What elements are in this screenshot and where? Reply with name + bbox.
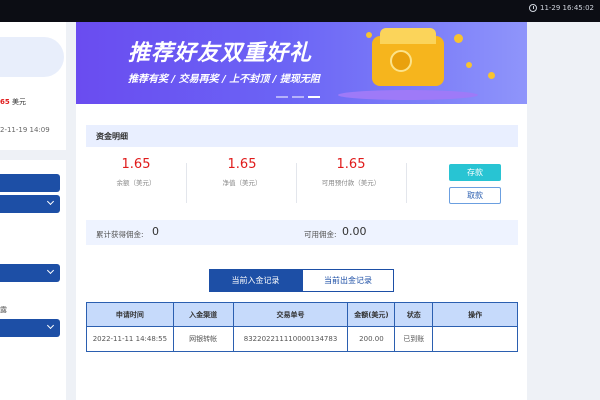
sidebar: 65 美元 2-11-19 14:09 露	[0, 22, 66, 400]
divider	[296, 163, 297, 203]
cell-channel: 网银转帐	[172, 326, 234, 352]
deposit-button[interactable]: 存款	[449, 164, 501, 181]
available-commission-value: 0.00	[342, 225, 367, 238]
stat-balance-label: 余额（美元）	[116, 179, 156, 187]
total-commission-value: 0	[152, 225, 159, 238]
carousel-dot-active[interactable]	[308, 96, 320, 98]
table-header-row: 申请时间 入金渠道 交易单号 金额(美元) 状态 操作	[86, 302, 518, 327]
sidebar-select-1[interactable]	[0, 195, 60, 213]
banner-subtitle: 推荐有奖 / 交易再奖 / 上不封顶 / 提现无阻	[128, 74, 320, 85]
clock-text: 11-29 16:45:02	[539, 4, 594, 12]
cell-actions[interactable]	[432, 326, 518, 352]
coin-icon	[390, 50, 412, 72]
cell-order-number: 832202211110000134783	[232, 326, 349, 352]
cell-apply-time: 2022-11-11 14:48:55	[86, 326, 174, 352]
tab-deposit-records[interactable]: 当前入金记录	[209, 269, 302, 292]
fund-details-title: 资金明细	[96, 132, 128, 141]
column-header: 交易单号	[232, 302, 349, 327]
chevron-down-icon	[46, 266, 55, 275]
chevron-down-icon	[46, 321, 55, 330]
sidebar-menu: 露	[0, 160, 66, 400]
column-header: 操作	[432, 302, 518, 327]
stat-balance: 1.65 余额（美元）	[86, 157, 186, 187]
stat-equity: 1.65 净值（美元）	[192, 157, 292, 187]
sidebar-label: 露	[0, 306, 7, 314]
column-header: 金额(美元)	[347, 302, 396, 327]
promo-banner[interactable]: 推荐好友双重好礼 推荐有奖 / 交易再奖 / 上不封顶 / 提现无阻	[76, 22, 527, 104]
main-panel: 推荐好友双重好礼 推荐有奖 / 交易再奖 / 上不封顶 / 提现无阻 资金明细 …	[76, 22, 527, 400]
carousel-dot[interactable]	[276, 96, 288, 98]
fund-details-header: 资金明细	[86, 125, 518, 147]
column-header: 状态	[394, 302, 434, 327]
system-clock: 11-29 16:45:02	[528, 4, 594, 12]
column-header: 入金渠道	[172, 302, 234, 327]
coin-icon	[488, 72, 495, 79]
top-bar: 11-29 16:45:02	[0, 0, 600, 22]
account-date: 2-11-19 14:09	[0, 126, 50, 134]
account-pill[interactable]	[0, 37, 64, 77]
chevron-down-icon	[46, 197, 55, 206]
account-balance-unit: 美元	[11, 98, 26, 106]
cell-amount: 200.00	[347, 326, 396, 352]
coin-icon	[454, 34, 463, 43]
sidebar-button-1[interactable]	[0, 174, 60, 192]
account-balance: 65 美元	[0, 97, 26, 107]
tab-withdraw-records[interactable]: 当前出金记录	[302, 269, 394, 292]
sidebar-select-2[interactable]	[0, 264, 60, 282]
divider	[186, 163, 187, 203]
column-header: 申请时间	[86, 302, 174, 327]
stat-free-margin: 1.65 可用预付款（美元）	[301, 157, 401, 187]
clock-icon	[528, 4, 537, 12]
account-card: 65 美元 2-11-19 14:09	[0, 22, 66, 150]
coin-icon	[366, 32, 372, 38]
right-blank-pane	[527, 22, 600, 400]
table-row: 2022-11-11 14:48:55 网银转帐 832202211110000…	[86, 326, 518, 352]
account-balance-value: 65	[0, 98, 10, 106]
sidebar-select-3[interactable]	[0, 319, 60, 337]
stat-balance-value: 1.65	[121, 157, 151, 172]
records-table: 申请时间 入金渠道 交易单号 金额(美元) 状态 操作 2022-11-11 1…	[86, 302, 518, 352]
withdraw-button[interactable]: 取款	[449, 187, 501, 204]
available-commission-label: 可用佣金:	[304, 230, 337, 239]
cell-status: 已到账	[394, 326, 434, 352]
coin-icon	[466, 62, 472, 68]
carousel-dots[interactable]	[276, 96, 320, 98]
total-commission-label: 累计获得佣金:	[96, 230, 144, 239]
divider	[406, 163, 407, 203]
stat-equity-value: 1.65	[227, 157, 257, 172]
stat-free-margin-value: 1.65	[336, 157, 366, 172]
stat-equity-label: 净值（美元）	[222, 179, 262, 187]
banner-title: 推荐好友双重好礼	[128, 41, 313, 66]
carousel-dot[interactable]	[292, 96, 304, 98]
commission-bar: 累计获得佣金: 0 可用佣金: 0.00	[86, 220, 518, 245]
banner-platform-graphic	[338, 90, 478, 100]
stat-free-margin-label: 可用预付款（美元）	[321, 179, 381, 187]
